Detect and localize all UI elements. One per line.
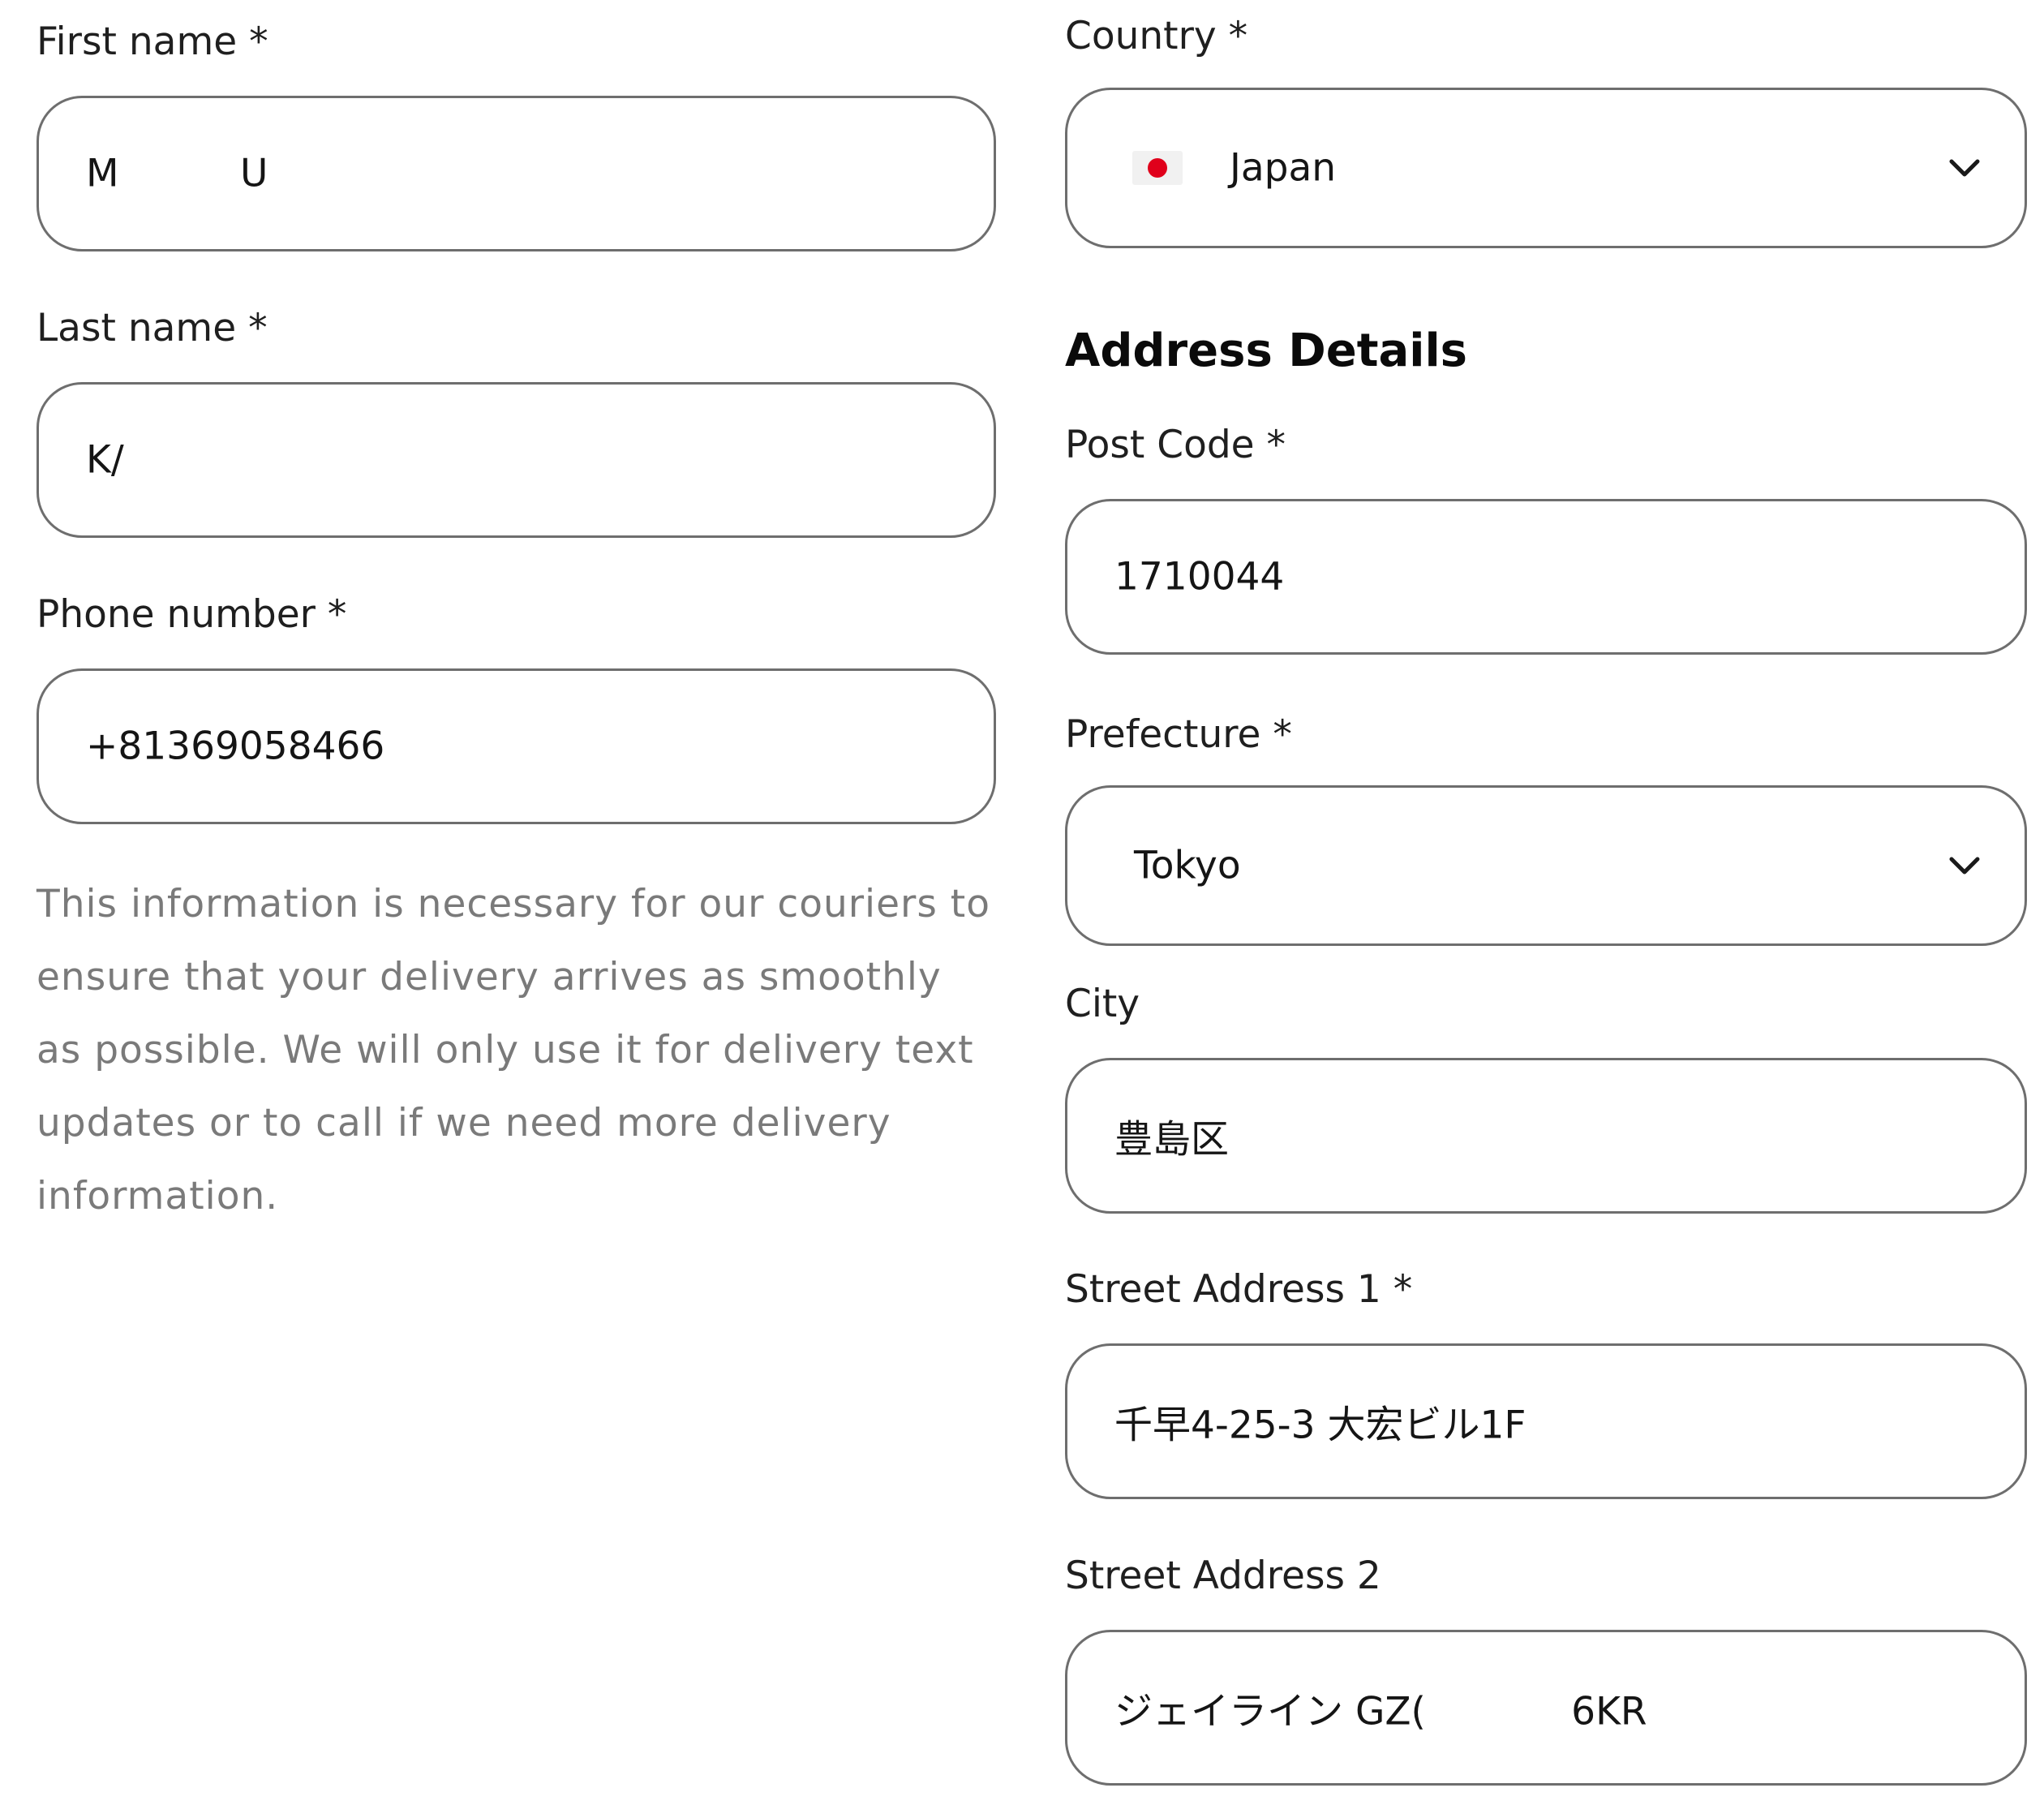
country-value: Japan xyxy=(1230,145,1337,191)
prefecture-label: Prefecture * xyxy=(1065,712,1292,757)
country-label: Country * xyxy=(1065,14,1248,58)
last-name-label: Last name * xyxy=(36,306,268,350)
address-details-heading: Address Details xyxy=(1065,324,1468,377)
prefecture-value: Tokyo xyxy=(1134,843,1241,888)
city-field[interactable]: 豊島区 xyxy=(1065,1058,2027,1214)
first-name-label: First name * xyxy=(36,19,268,64)
chevron-down-icon xyxy=(1949,857,1980,875)
first-name-value: M U xyxy=(86,151,268,196)
last-name-value: K/ xyxy=(86,437,124,483)
phone-number-field[interactable]: +81369058466 xyxy=(36,668,996,824)
street-address-2-field[interactable]: ジェイライン GZ( 6KR xyxy=(1065,1630,2027,1786)
street-address-2-label: Street Address 2 xyxy=(1065,1554,1381,1598)
city-label: City xyxy=(1065,982,1140,1026)
street-address-1-value: 千早4-25-3 大宏ビル1F xyxy=(1114,1403,1527,1448)
post-code-field[interactable]: 1710044 xyxy=(1065,499,2027,655)
japan-flag-icon xyxy=(1132,151,1183,185)
prefecture-select[interactable]: Tokyo xyxy=(1065,785,2027,946)
city-value: 豊島区 xyxy=(1114,1117,1229,1163)
phone-number-label: Phone number * xyxy=(36,592,347,637)
chevron-down-icon xyxy=(1949,159,1980,177)
last-name-field[interactable]: K/ xyxy=(36,382,996,538)
phone-number-value: +81369058466 xyxy=(86,724,385,769)
post-code-label: Post Code * xyxy=(1065,423,1286,467)
street-address-2-value: ジェイライン GZ( 6KR xyxy=(1114,1689,1647,1734)
country-select[interactable]: Japan xyxy=(1065,88,2027,248)
post-code-value: 1710044 xyxy=(1114,554,1285,600)
street-address-1-label: Street Address 1 * xyxy=(1065,1267,1413,1312)
phone-help-text: This information is necessary for our co… xyxy=(36,882,990,1218)
first-name-field[interactable]: M U xyxy=(36,96,996,251)
street-address-1-field[interactable]: 千早4-25-3 大宏ビル1F xyxy=(1065,1343,2027,1499)
